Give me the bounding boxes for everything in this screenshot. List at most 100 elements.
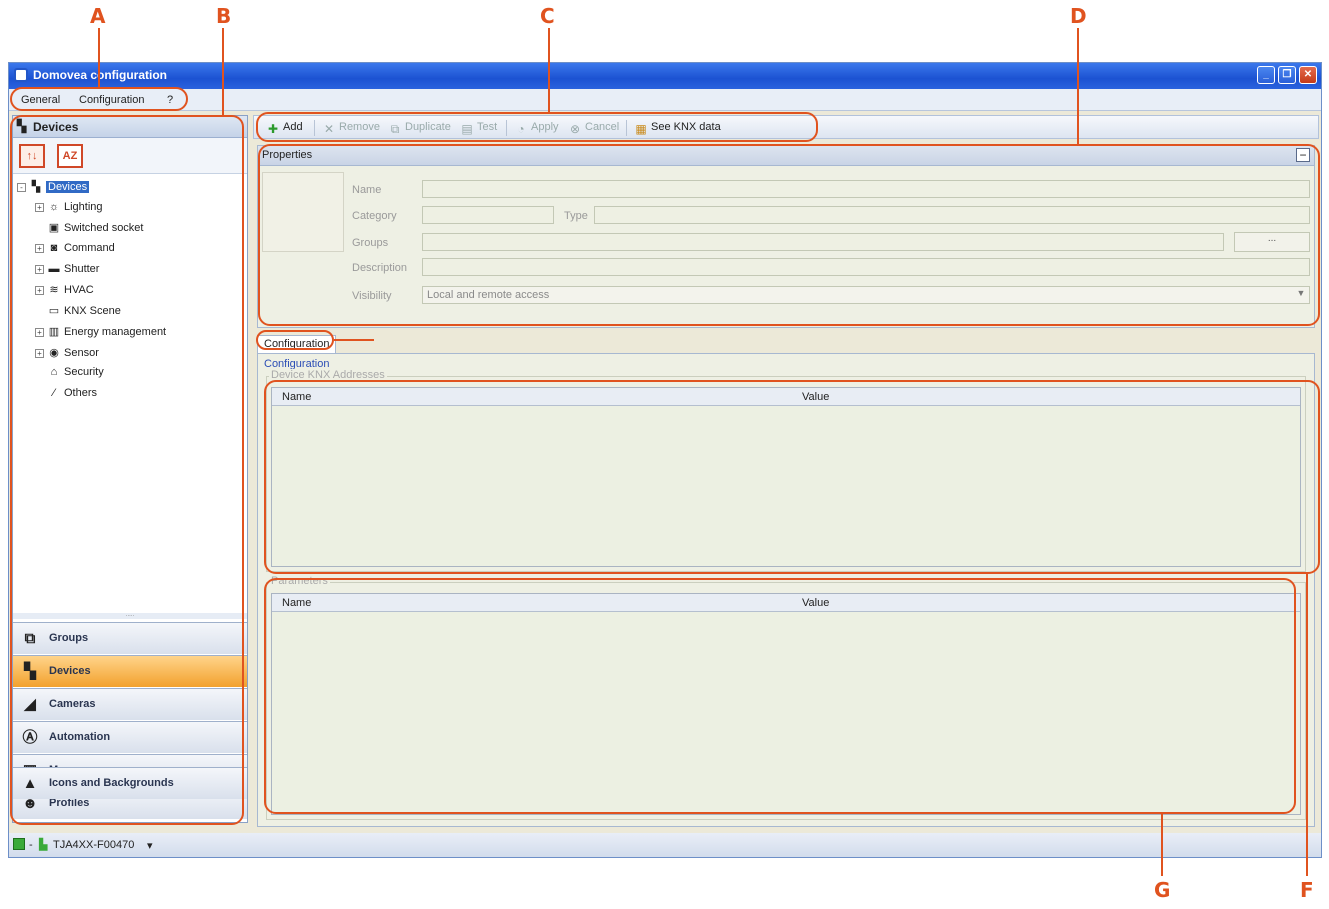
menu-bar: General Configuration ?: [9, 89, 1321, 111]
title-bar[interactable]: Domovea configuration _ ❐ ✕: [9, 63, 1321, 89]
expand-icon[interactable]: +: [35, 327, 44, 337]
configuration-panel: Configuration Device KNX Addresses Name …: [257, 353, 1315, 827]
tree-item-hvac[interactable]: + ≋ HVAC: [35, 283, 94, 296]
type-field[interactable]: [594, 206, 1310, 224]
close-button[interactable]: ✕: [1299, 66, 1317, 84]
groups-icon: ⧉: [24, 630, 36, 647]
device-image[interactable]: [262, 172, 344, 252]
tree-item-switched-socket[interactable]: ▣ Switched socket: [47, 221, 144, 234]
tab-configuration[interactable]: Configuration: [257, 335, 337, 353]
energy-icon: ▥: [48, 326, 60, 338]
tree-item-devices[interactable]: - ▚ Devices: [17, 180, 90, 193]
cancel-button[interactable]: ⊗ Cancel: [568, 121, 619, 136]
tree-item-knx-scene[interactable]: ▭ KNX Scene: [47, 304, 121, 317]
expand-icon[interactable]: +: [35, 264, 44, 274]
expand-icon[interactable]: +: [35, 243, 44, 253]
device-name[interactable]: TJA4XX-F00470: [53, 839, 134, 851]
callout-b-leader: [222, 28, 224, 116]
knx-addresses-title: Device KNX Addresses: [269, 369, 387, 381]
tree-item-others[interactable]: ⁄ Others: [47, 387, 97, 399]
callout-g: G: [1154, 878, 1171, 902]
left-panel: ▚ Devices ↑↓ AZ - ▚ Devices + ☼ Lighting ▣ Sw…: [12, 115, 248, 823]
devices-icon: ▚: [31, 181, 41, 193]
nav-automation[interactable]: Ⓐ Automation: [13, 721, 247, 753]
tree-item-label: Switched socket: [64, 222, 144, 234]
duplicate-button[interactable]: ⧉ Duplicate: [388, 121, 451, 136]
apply-button[interactable]: ◔ Apply: [514, 121, 558, 136]
table-header: Name Value: [272, 388, 1300, 406]
groups-browse-button[interactable]: ...: [1234, 232, 1310, 252]
table-header: Name Value: [272, 594, 1300, 612]
column-value[interactable]: Value: [802, 391, 829, 403]
tree-item-energy-management[interactable]: + ▥ Energy management: [35, 325, 166, 338]
chevron-down-icon[interactable]: ▼: [1295, 288, 1307, 302]
parameters-title: Parameters: [269, 575, 330, 587]
add-button[interactable]: ✚ Add: [266, 121, 303, 136]
cancel-label: Cancel: [585, 121, 620, 133]
toolbar-separator: [314, 120, 315, 136]
menu-general[interactable]: General: [21, 94, 60, 106]
visibility-select[interactable]: Local and remote access ▼: [422, 286, 1310, 304]
devices-icon: ▚: [24, 663, 36, 680]
sort-alpha-button[interactable]: AZ: [57, 144, 83, 168]
connection-icon[interactable]: [13, 838, 25, 850]
callout-f: F: [1300, 878, 1314, 902]
tree-item-label: Energy management: [64, 326, 167, 338]
properties-panel: Properties − Name Category Type Groups .…: [257, 145, 1315, 328]
devices-panel-header: ▚ Devices: [13, 116, 247, 138]
sort-order-button[interactable]: ↑↓: [19, 144, 45, 168]
knx-addresses-group: Device KNX Addresses Name Value: [266, 369, 1306, 572]
sort-bar: ↑↓ AZ: [13, 138, 247, 174]
nav-groups[interactable]: ⧉ Groups: [13, 622, 247, 654]
callout-d-leader: [1077, 28, 1079, 145]
tree-item-label: Sensor: [64, 347, 99, 359]
menu-help[interactable]: ?: [167, 94, 173, 106]
test-button[interactable]: ▤ Test: [460, 121, 497, 136]
name-field[interactable]: [422, 180, 1310, 198]
groups-field[interactable]: [422, 233, 1224, 251]
column-name[interactable]: Name: [282, 597, 311, 609]
tree-item-shutter[interactable]: + ▬ Shutter: [35, 263, 99, 275]
tree-item-lighting[interactable]: + ☼ Lighting: [35, 201, 103, 213]
properties-header: Properties −: [258, 146, 1314, 166]
tree-item-security[interactable]: ⌂ Security: [47, 366, 104, 378]
column-value[interactable]: Value: [802, 597, 829, 609]
toolbar: ✚ Add ✕ Remove ⧉ Duplicate ▤ Test ◔ Apply ⊗ Ca…: [253, 115, 1319, 139]
nav-label: Icons and Backgrounds: [49, 777, 174, 789]
tree-item-command[interactable]: + ◙ Command: [35, 242, 115, 254]
nav-label: Groups: [49, 632, 89, 644]
description-field[interactable]: [422, 258, 1310, 276]
category-field[interactable]: [422, 206, 554, 224]
minimize-button[interactable]: _: [1257, 66, 1275, 84]
parameters-table: Name Value: [271, 593, 1301, 815]
callout-b: B: [216, 4, 232, 28]
others-icon: ⁄: [53, 387, 55, 399]
main-area: ✚ Add ✕ Remove ⧉ Duplicate ▤ Test ◔ Apply ⊗ Ca…: [253, 115, 1319, 827]
expand-icon[interactable]: +: [35, 202, 44, 212]
device-icon: ▙: [39, 839, 48, 851]
properties-title: Properties: [262, 149, 313, 161]
restore-button[interactable]: ❐: [1278, 66, 1296, 84]
nav-icons-backgrounds[interactable]: ▲ Icons and Backgrounds: [13, 767, 247, 799]
remove-button[interactable]: ✕ Remove: [322, 121, 380, 136]
toolbar-separator: [626, 120, 627, 136]
nav-devices[interactable]: ▚ Devices: [13, 655, 247, 687]
category-label: Category: [352, 210, 397, 222]
expand-icon[interactable]: +: [35, 285, 44, 295]
nav-cameras[interactable]: ◢ Cameras: [13, 688, 247, 720]
collapse-icon[interactable]: -: [17, 182, 26, 192]
panel-splitter[interactable]: .....: [13, 612, 247, 619]
devices-header-icon: ▚: [17, 119, 27, 133]
status-bar: - ▙ TJA4XX-F00470 ▾: [9, 833, 1321, 857]
collapse-icon[interactable]: −: [1296, 148, 1310, 162]
command-icon: ◙: [50, 242, 58, 254]
expand-icon[interactable]: +: [35, 348, 44, 358]
nav-label: Automation: [49, 731, 111, 743]
tree-item-sensor[interactable]: + ◉ Sensor: [35, 346, 99, 359]
sensor-icon: ◉: [49, 347, 59, 359]
menu-configuration[interactable]: Configuration: [79, 94, 144, 106]
apply-icon: ◔: [517, 122, 525, 136]
see-knx-data-button[interactable]: ▦ See KNX data: [634, 121, 720, 136]
column-name[interactable]: Name: [282, 391, 311, 403]
chevron-down-icon[interactable]: ▾: [147, 839, 153, 852]
